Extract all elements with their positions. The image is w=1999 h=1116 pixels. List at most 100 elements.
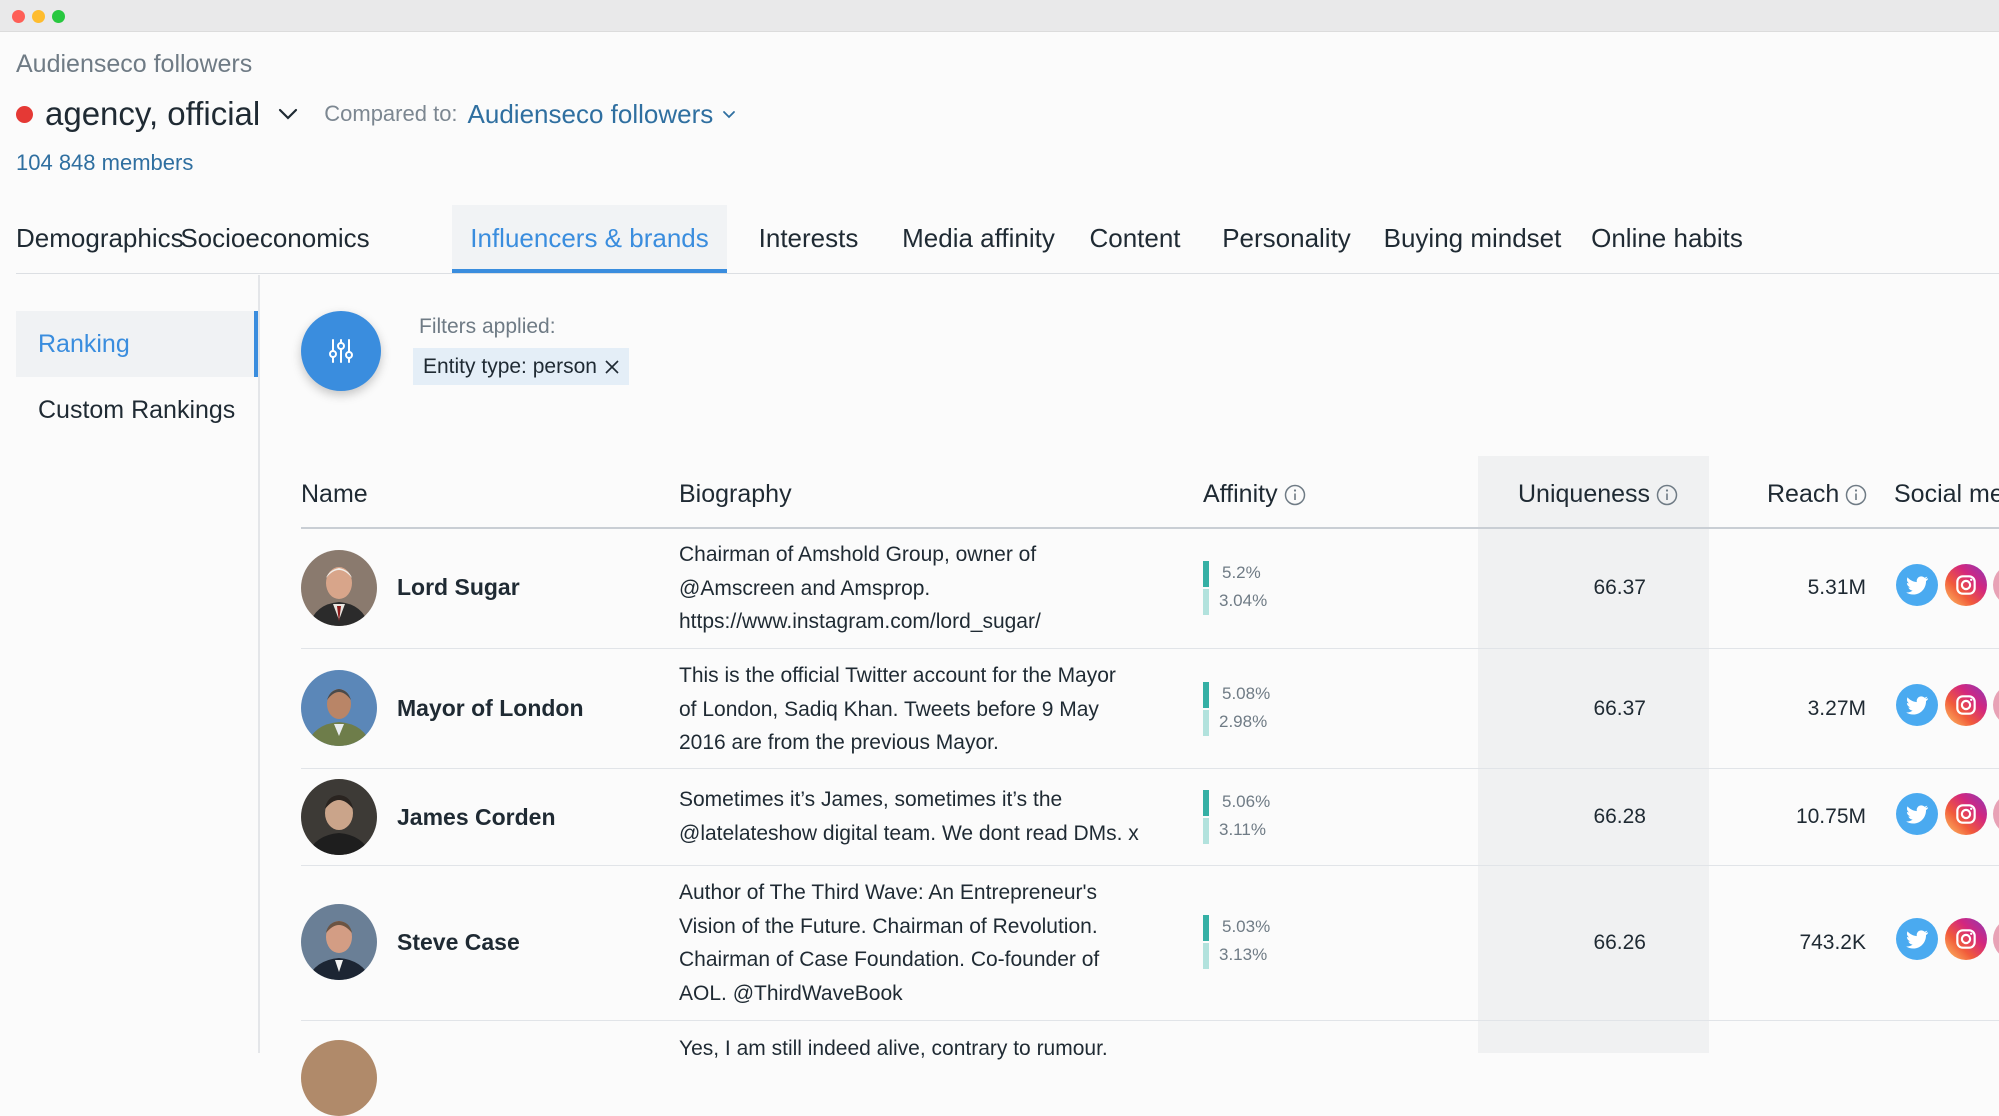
avatar[interactable] bbox=[301, 904, 377, 980]
biography-line: @Amscreen and Amsprop. bbox=[679, 576, 931, 600]
affinity-segment-bar bbox=[1203, 561, 1209, 587]
info-icon[interactable] bbox=[1656, 484, 1678, 506]
members-count: 104 848 members bbox=[16, 150, 194, 175]
biography-line: of London, Sadiq Khan. Tweets before 9 M… bbox=[679, 697, 1099, 721]
reach-value: 743.2K bbox=[1799, 931, 1866, 954]
column-header-label: Biography bbox=[679, 480, 792, 508]
info-icon[interactable] bbox=[1845, 484, 1867, 506]
affinity-compared-bar bbox=[1203, 818, 1209, 844]
segment-selector[interactable]: agency, official Compared to: Audienseco… bbox=[16, 94, 737, 134]
affinity-segment-value: 5.2% bbox=[1222, 563, 1261, 582]
info-icon[interactable] bbox=[1284, 484, 1306, 506]
sliders-icon bbox=[329, 339, 353, 363]
biography-line: This is the official Twitter account for… bbox=[679, 664, 1116, 687]
social-network-icon[interactable] bbox=[1993, 684, 1999, 726]
filter-button[interactable] bbox=[301, 311, 381, 391]
row-divider bbox=[301, 1020, 1999, 1021]
affinity-compared-value: 3.04% bbox=[1219, 591, 1268, 610]
sidebar-item-custom-rankings[interactable]: Custom Rankings bbox=[16, 377, 258, 443]
column-header-social-media[interactable]: Social me bbox=[1894, 480, 1999, 509]
column-header-label: Social me bbox=[1894, 480, 1999, 508]
compared-selector[interactable]: Audienseco followers bbox=[468, 99, 738, 130]
compared-value[interactable]: Audienseco followers bbox=[468, 99, 714, 130]
uniqueness-value: 66.37 bbox=[1593, 576, 1646, 599]
biography-line: 2016 are from the previous Mayor. bbox=[679, 731, 999, 754]
avatar[interactable] bbox=[301, 1040, 377, 1116]
segment-name[interactable]: agency, official bbox=[45, 95, 260, 133]
avatar[interactable] bbox=[301, 670, 377, 746]
affinity-segment-bar bbox=[1203, 790, 1209, 816]
social-network-icon[interactable] bbox=[1993, 793, 1999, 835]
filters-applied-label: Filters applied: bbox=[419, 315, 556, 338]
table-header-divider bbox=[301, 527, 1999, 529]
row-divider bbox=[301, 865, 1999, 866]
uniqueness-value: 66.26 bbox=[1593, 931, 1646, 954]
close-icon[interactable] bbox=[603, 358, 621, 376]
influencer-name[interactable]: Mayor of London bbox=[397, 695, 584, 722]
tab-buying-mindset[interactable]: Buying mindset bbox=[1368, 205, 1577, 273]
column-header-reach[interactable]: Reach bbox=[1767, 480, 1867, 509]
twitter-icon[interactable] bbox=[1896, 564, 1938, 606]
instagram-icon[interactable] bbox=[1945, 564, 1987, 606]
tab-interests[interactable]: Interests bbox=[727, 205, 890, 273]
row-divider bbox=[301, 648, 1999, 649]
tab-media-affinity[interactable]: Media affinity bbox=[872, 205, 1085, 273]
biography-line: AOL. @ThirdWaveBook bbox=[679, 981, 903, 1005]
column-header-label: Uniqueness bbox=[1518, 480, 1651, 508]
tab-influencers-brands[interactable]: Influencers & brands bbox=[452, 205, 727, 273]
avatar[interactable] bbox=[301, 550, 377, 626]
column-header-uniqueness[interactable]: Uniqueness bbox=[1518, 480, 1678, 509]
column-header-name[interactable]: Name bbox=[301, 480, 368, 509]
uniqueness-value: 66.37 bbox=[1593, 697, 1646, 720]
biography: Sometimes it’s James, sometimes it’s the… bbox=[679, 783, 1159, 850]
influencer-name[interactable]: Lord Sugar bbox=[397, 574, 520, 601]
sidebar-item-ranking[interactable]: Ranking bbox=[16, 311, 258, 377]
column-header-label: Name bbox=[301, 480, 368, 508]
influencer-name[interactable]: James Corden bbox=[397, 804, 556, 831]
social-network-icon[interactable] bbox=[1993, 918, 1999, 960]
tab-socioeconomics[interactable]: Socioeconomics bbox=[180, 205, 370, 273]
affinity-compared-value: 3.11% bbox=[1219, 820, 1266, 839]
row-divider bbox=[301, 768, 1999, 769]
window-titlebar bbox=[0, 0, 1999, 32]
instagram-icon[interactable] bbox=[1945, 793, 1987, 835]
biography-line: Vision of the Future. Chairman of Revolu… bbox=[679, 914, 1098, 938]
close-window-button[interactable] bbox=[12, 10, 25, 23]
affinity-compared-bar bbox=[1203, 589, 1209, 615]
affinity-compared-bar bbox=[1203, 943, 1209, 969]
biography-line: Sometimes it’s James, sometimes it’s the bbox=[679, 788, 1063, 811]
breadcrumb[interactable]: Audienseco followers bbox=[16, 50, 252, 79]
biography-line: Author of The Third Wave: An Entrepreneu… bbox=[679, 881, 1098, 904]
affinity-compared-value: 2.98% bbox=[1219, 712, 1268, 731]
social-network-icon[interactable] bbox=[1993, 564, 1999, 606]
tab-demographics[interactable]: Demographics bbox=[16, 205, 184, 273]
column-header-biography[interactable]: Biography bbox=[679, 480, 792, 509]
tab-personality[interactable]: Personality bbox=[1200, 205, 1373, 273]
sidebar: Ranking Custom Rankings bbox=[16, 275, 260, 1053]
reach-value: 5.31M bbox=[1807, 576, 1866, 599]
avatar[interactable] bbox=[301, 779, 377, 855]
biography: This is the official Twitter account for… bbox=[679, 659, 1159, 760]
instagram-icon[interactable] bbox=[1945, 684, 1987, 726]
tab-content[interactable]: Content bbox=[1061, 205, 1209, 273]
instagram-icon[interactable] bbox=[1945, 918, 1987, 960]
twitter-icon[interactable] bbox=[1896, 684, 1938, 726]
biography: Author of The Third Wave: An Entrepreneu… bbox=[679, 876, 1159, 1010]
tab-online-habits[interactable]: Online habits bbox=[1581, 205, 1753, 273]
minimize-window-button[interactable] bbox=[32, 10, 45, 23]
chevron-down-icon[interactable] bbox=[276, 102, 300, 126]
affinity-segment-value: 5.03% bbox=[1222, 917, 1271, 936]
filter-chip-label: Entity type: person bbox=[423, 354, 597, 378]
affinity-segment-bar bbox=[1203, 682, 1209, 708]
maximize-window-button[interactable] bbox=[52, 10, 65, 23]
column-header-affinity[interactable]: Affinity bbox=[1203, 480, 1306, 509]
influencer-name[interactable]: Steve Case bbox=[397, 929, 520, 956]
tab-bar: Demographics Socioeconomics Influencers … bbox=[16, 205, 1999, 274]
twitter-icon[interactable] bbox=[1896, 793, 1938, 835]
affinity-segment-bar bbox=[1203, 915, 1209, 941]
chevron-down-icon[interactable] bbox=[721, 106, 737, 122]
filter-chip[interactable]: Entity type: person bbox=[413, 348, 629, 385]
compared-label: Compared to: bbox=[324, 101, 458, 126]
reach-value: 10.75M bbox=[1795, 805, 1866, 828]
twitter-icon[interactable] bbox=[1896, 918, 1938, 960]
